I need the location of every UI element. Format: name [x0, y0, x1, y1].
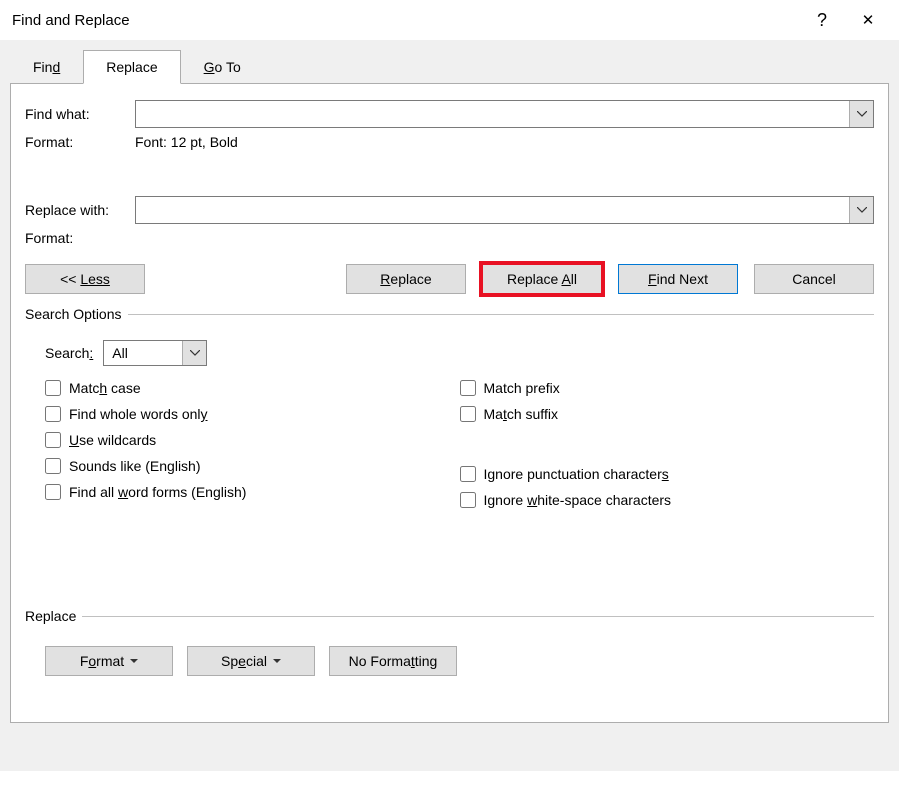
checkbox-col-right: Match prefix Match suffix Ignore punctua…: [460, 380, 875, 508]
caret-down-icon: [130, 659, 138, 664]
replace-button[interactable]: Replace: [346, 264, 466, 294]
help-icon: ?: [817, 10, 827, 31]
less-button[interactable]: << Less: [25, 264, 145, 294]
replace-fieldset: Replace Format Special: [25, 608, 874, 676]
match-case-checkbox[interactable]: Match case: [45, 380, 460, 396]
format-button[interactable]: Format: [45, 646, 173, 676]
dialog-title: Find and Replace: [12, 12, 799, 29]
tab-find[interactable]: Find: [10, 50, 83, 84]
checkbox-col-left: Match case Find whole words only Use wil…: [45, 380, 460, 508]
replace-with-input[interactable]: [136, 197, 849, 223]
replace-with-row: Replace with:: [25, 196, 874, 224]
replace-all-button[interactable]: Replace All: [482, 264, 602, 294]
replace-with-dropdown[interactable]: [849, 197, 873, 223]
sounds-like-checkbox[interactable]: Sounds like (English): [45, 458, 460, 474]
tab-goto[interactable]: Go To: [181, 50, 264, 84]
ignore-punctuation-checkbox[interactable]: Ignore punctuation characters: [460, 466, 875, 482]
wildcards-checkbox[interactable]: Use wildcards: [45, 432, 460, 448]
find-format-value: Font: 12 pt, Bold: [135, 134, 874, 150]
replace-legend: Replace: [25, 608, 82, 624]
find-what-label: Find what:: [25, 106, 135, 122]
cancel-button[interactable]: Cancel: [754, 264, 874, 294]
replace-with-input-combo[interactable]: [135, 196, 874, 224]
search-direction-drop-btn[interactable]: [182, 341, 206, 365]
search-options-legend: Search Options: [25, 306, 128, 322]
search-options-fieldset: Search Options Search: All Match: [25, 306, 874, 508]
find-what-input[interactable]: [136, 101, 849, 127]
find-format-row: Format: Font: 12 pt, Bold: [25, 134, 874, 150]
search-label: Search:: [45, 345, 93, 361]
whole-words-checkbox[interactable]: Find whole words only: [45, 406, 460, 422]
checkbox-columns: Match case Find whole words only Use wil…: [45, 380, 874, 508]
replace-format-value: [135, 230, 874, 246]
close-button[interactable]: ✕: [845, 4, 891, 36]
word-forms-checkbox[interactable]: Find all word forms (English): [45, 484, 460, 500]
find-replace-dialog: Find and Replace ? ✕ Find Replace Go To …: [0, 0, 899, 791]
find-what-input-combo[interactable]: [135, 100, 874, 128]
chevron-down-icon: [857, 207, 867, 213]
match-suffix-checkbox[interactable]: Match suffix: [460, 406, 875, 422]
search-direction-value: All: [104, 341, 182, 365]
replace-format-label: Format:: [25, 230, 135, 246]
chevron-down-icon: [190, 350, 200, 356]
find-what-row: Find what:: [25, 100, 874, 128]
panel: Find what: Format: Font: 12 pt, Bold Rep…: [10, 83, 889, 723]
ignore-whitespace-checkbox[interactable]: Ignore white-space characters: [460, 492, 875, 508]
replace-fieldset-buttons: Format Special No Formatting: [45, 646, 874, 676]
match-prefix-checkbox[interactable]: Match prefix: [460, 380, 875, 396]
replace-with-label: Replace with:: [25, 202, 135, 218]
no-formatting-button[interactable]: No Formatting: [329, 646, 457, 676]
replace-format-row: Format:: [25, 230, 874, 246]
find-next-button[interactable]: Find Next: [618, 264, 738, 294]
caret-down-icon: [273, 659, 281, 664]
find-what-dropdown[interactable]: [849, 101, 873, 127]
find-format-label: Format:: [25, 134, 135, 150]
button-row: << Less Replace Replace All Find Next Ca…: [25, 264, 874, 294]
close-icon: ✕: [862, 11, 875, 29]
chevron-down-icon: [857, 111, 867, 117]
titlebar: Find and Replace ? ✕: [0, 0, 899, 40]
search-direction-dropdown[interactable]: All: [103, 340, 207, 366]
tab-replace[interactable]: Replace: [83, 50, 180, 84]
help-button[interactable]: ?: [799, 4, 845, 36]
search-direction-row: Search: All: [45, 340, 874, 366]
content-area: Find Replace Go To Find what: Format: Fo…: [0, 40, 899, 771]
tabs: Find Replace Go To: [10, 50, 889, 84]
special-button[interactable]: Special: [187, 646, 315, 676]
